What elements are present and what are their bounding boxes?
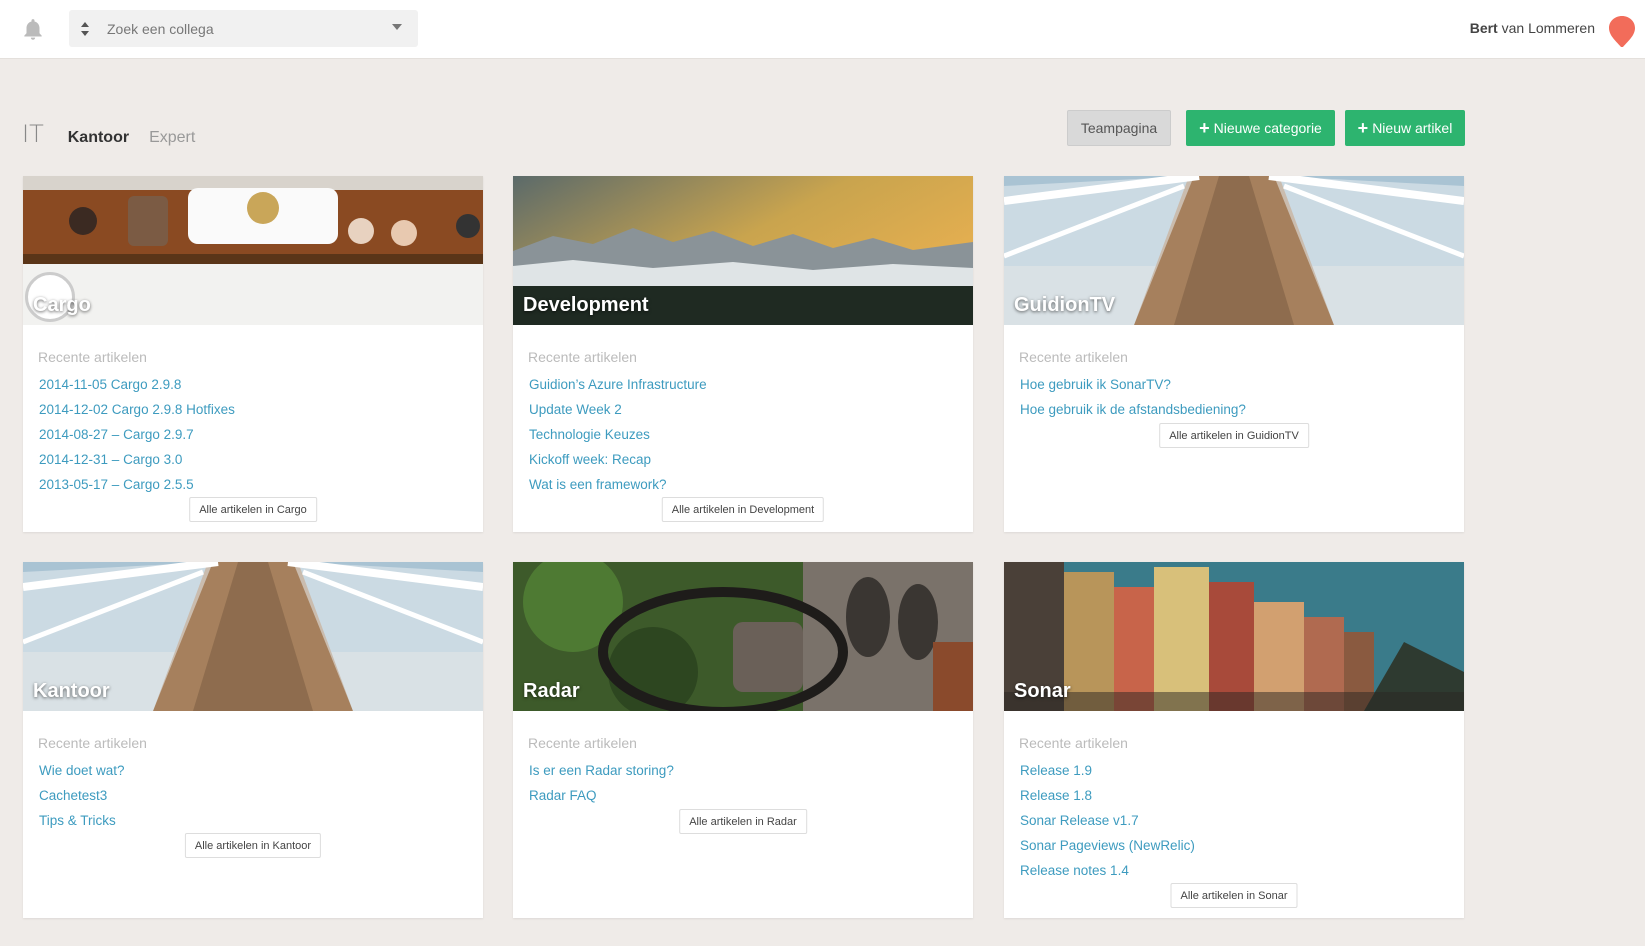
category-title: Sonar <box>1014 680 1071 702</box>
recent-label: Recente artikelen <box>38 349 147 365</box>
article-link[interactable]: Tips & Tricks <box>39 812 125 837</box>
category-title: Radar <box>523 680 580 702</box>
article-link[interactable]: Sonar Release v1.7 <box>1020 812 1195 837</box>
recent-label: Recente artikelen <box>1019 735 1128 751</box>
category-card-development: Development Recente artikelen Guidion’s … <box>513 176 973 532</box>
article-link[interactable]: Guidion’s Azure Infrastructure <box>529 376 707 401</box>
article-list: Is er een Radar storing? Radar FAQ <box>529 762 674 812</box>
category-banner[interactable]: GuidionTV <box>1004 176 1464 325</box>
category-tabs: IT Kantoor Expert <box>22 120 195 148</box>
banner-image <box>1004 562 1464 711</box>
article-link[interactable]: Hoe gebruik ik SonarTV? <box>1020 376 1246 401</box>
category-banner[interactable]: Kantoor <box>23 562 483 711</box>
avatar[interactable] <box>1607 14 1637 48</box>
category-card-radar: Radar Recente artikelen Is er een Radar … <box>513 562 973 918</box>
article-link[interactable]: Radar FAQ <box>529 787 674 812</box>
bell-icon[interactable] <box>20 17 46 43</box>
category-card-guidiontv: GuidionTV Recente artikelen Hoe gebruik … <box>1004 176 1464 532</box>
banner-image <box>23 176 483 325</box>
tab-expert[interactable]: Expert <box>149 129 195 147</box>
article-link[interactable]: 2014-12-31 – Cargo 3.0 <box>39 451 235 476</box>
recent-label: Recente artikelen <box>528 349 637 365</box>
user-name[interactable]: Bert van Lommeren <box>1470 20 1595 36</box>
article-link[interactable]: Wie doet wat? <box>39 762 125 787</box>
article-link[interactable]: Update Week 2 <box>529 401 707 426</box>
article-link[interactable]: 2014-11-05 Cargo 2.9.8 <box>39 376 235 401</box>
teampagina-button[interactable]: Teampagina <box>1067 110 1171 146</box>
plus-icon: + <box>1199 118 1210 138</box>
category-card-sonar: Sonar Recente artikelen Release 1.9 Rele… <box>1004 562 1464 918</box>
article-list: Guidion’s Azure Infrastructure Update We… <box>529 376 707 501</box>
tab-kantoor[interactable]: Kantoor <box>68 129 129 147</box>
recent-label: Recente artikelen <box>528 735 637 751</box>
article-link[interactable]: 2014-12-02 Cargo 2.9.8 Hotfixes <box>39 401 235 426</box>
tab-it[interactable]: IT <box>22 120 44 148</box>
article-list: 2014-11-05 Cargo 2.9.8 2014-12-02 Cargo … <box>39 376 235 501</box>
article-link[interactable]: Cachetest3 <box>39 787 125 812</box>
article-link[interactable]: 2014-08-27 – Cargo 2.9.7 <box>39 426 235 451</box>
all-articles-button[interactable]: Alle artikelen in Sonar <box>1170 883 1298 908</box>
all-articles-button[interactable]: Alle artikelen in Development <box>661 497 825 522</box>
all-articles-button[interactable]: Alle artikelen in Kantoor <box>184 833 322 858</box>
all-articles-button[interactable]: Alle artikelen in GuidionTV <box>1159 423 1309 448</box>
chevron-down-icon[interactable] <box>392 24 402 30</box>
article-link[interactable]: Technologie Keuzes <box>529 426 707 451</box>
recent-label: Recente artikelen <box>1019 349 1128 365</box>
all-articles-button[interactable]: Alle artikelen in Cargo <box>189 497 317 522</box>
search-placeholder: Zoek een collega <box>107 21 214 37</box>
banner-image <box>513 562 973 711</box>
category-banner[interactable]: Cargo <box>23 176 483 325</box>
category-banner[interactable]: Development <box>513 176 973 325</box>
plus-icon: + <box>1357 118 1369 138</box>
category-banner[interactable]: Sonar <box>1004 562 1464 711</box>
category-title: Development <box>523 294 649 316</box>
article-link[interactable]: Release 1.8 <box>1020 787 1195 812</box>
article-link[interactable]: Release notes 1.4 <box>1020 862 1195 887</box>
article-list: Hoe gebruik ik SonarTV? Hoe gebruik ik d… <box>1020 376 1246 426</box>
article-link[interactable]: Release 1.9 <box>1020 762 1195 787</box>
category-card-kantoor: Kantoor Recente artikelen Wie doet wat? … <box>23 562 483 918</box>
new-article-button[interactable]: + Nieuw artikel <box>1345 110 1465 146</box>
category-title: GuidionTV <box>1014 294 1116 316</box>
article-list: Wie doet wat? Cachetest3 Tips & Tricks <box>39 762 125 837</box>
article-list: Release 1.9 Release 1.8 Sonar Release v1… <box>1020 762 1195 887</box>
colleague-search[interactable]: Zoek een collega <box>69 10 418 47</box>
sort-icon <box>81 22 89 36</box>
article-link[interactable]: Is er een Radar storing? <box>529 762 674 787</box>
recent-label: Recente artikelen <box>38 735 147 751</box>
category-title: Cargo <box>33 294 91 316</box>
top-bar: Zoek een collega Bert van Lommeren <box>0 0 1645 59</box>
new-category-button[interactable]: + Nieuwe categorie <box>1186 110 1335 146</box>
article-link[interactable]: Kickoff week: Recap <box>529 451 707 476</box>
category-card-cargo: Cargo Recente artikelen 2014-11-05 Cargo… <box>23 176 483 532</box>
category-title: Kantoor <box>33 680 110 702</box>
all-articles-button[interactable]: Alle artikelen in Radar <box>679 809 807 834</box>
article-link[interactable]: Sonar Pageviews (NewRelic) <box>1020 837 1195 862</box>
category-banner[interactable]: Radar <box>513 562 973 711</box>
